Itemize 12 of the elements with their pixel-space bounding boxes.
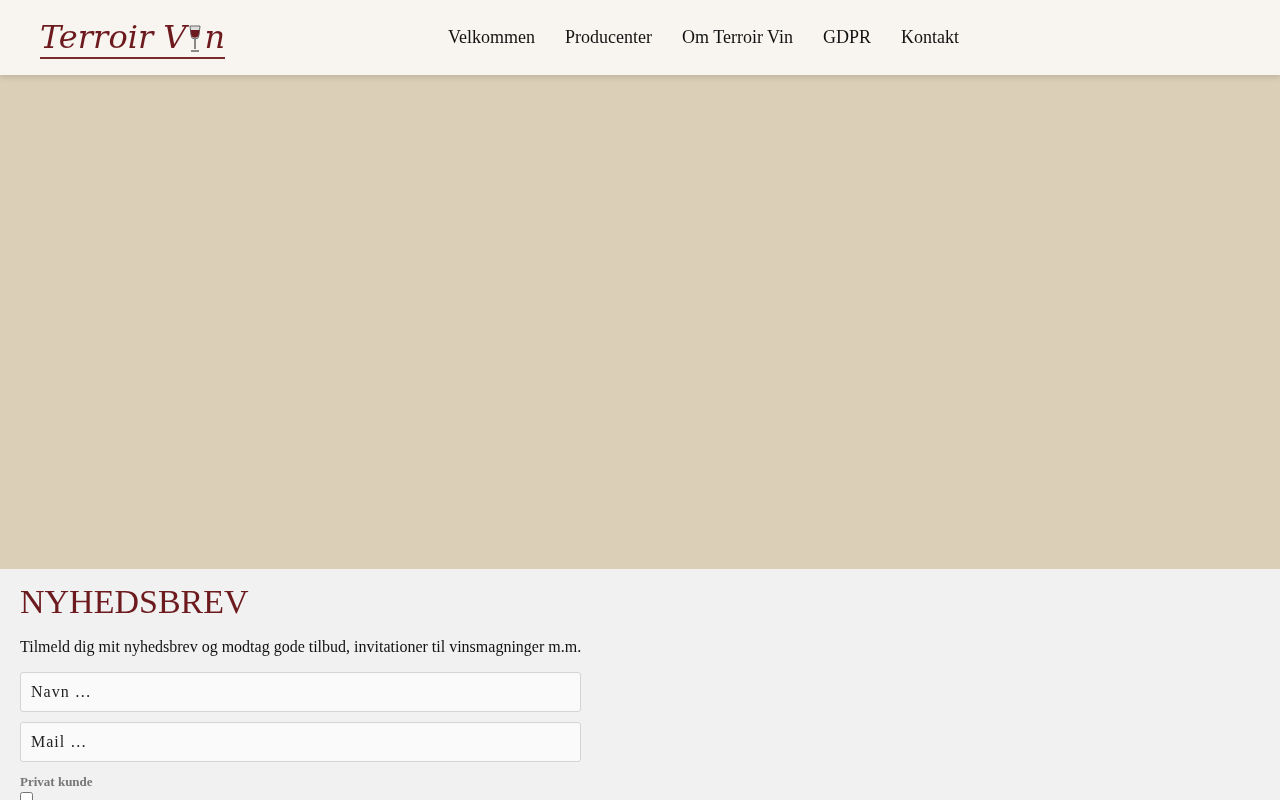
wine-glass-icon xyxy=(188,24,203,53)
input-field[interactable]: Navn … xyxy=(20,672,581,712)
nav-link[interactable]: GDPR xyxy=(823,24,871,51)
section-heading: NYHEDSBREV xyxy=(20,583,250,621)
input-field[interactable]: Mail … xyxy=(20,722,581,762)
nav-link[interactable]: Kontakt xyxy=(901,24,959,51)
logo[interactable]: Terroir V n xyxy=(40,16,226,59)
nav-link[interactable]: Om Terroir Vin xyxy=(682,24,793,51)
checkbox-label: Privat kunde xyxy=(20,774,94,790)
description-text: Tilmeld dig mit nyhedsbrev og modtag gode tilbud, invitationer til vinsmagninger m.m. xyxy=(20,637,583,657)
nav-link[interactable]: Producenter xyxy=(565,24,652,51)
nav-link[interactable]: Velkommen xyxy=(448,24,536,51)
